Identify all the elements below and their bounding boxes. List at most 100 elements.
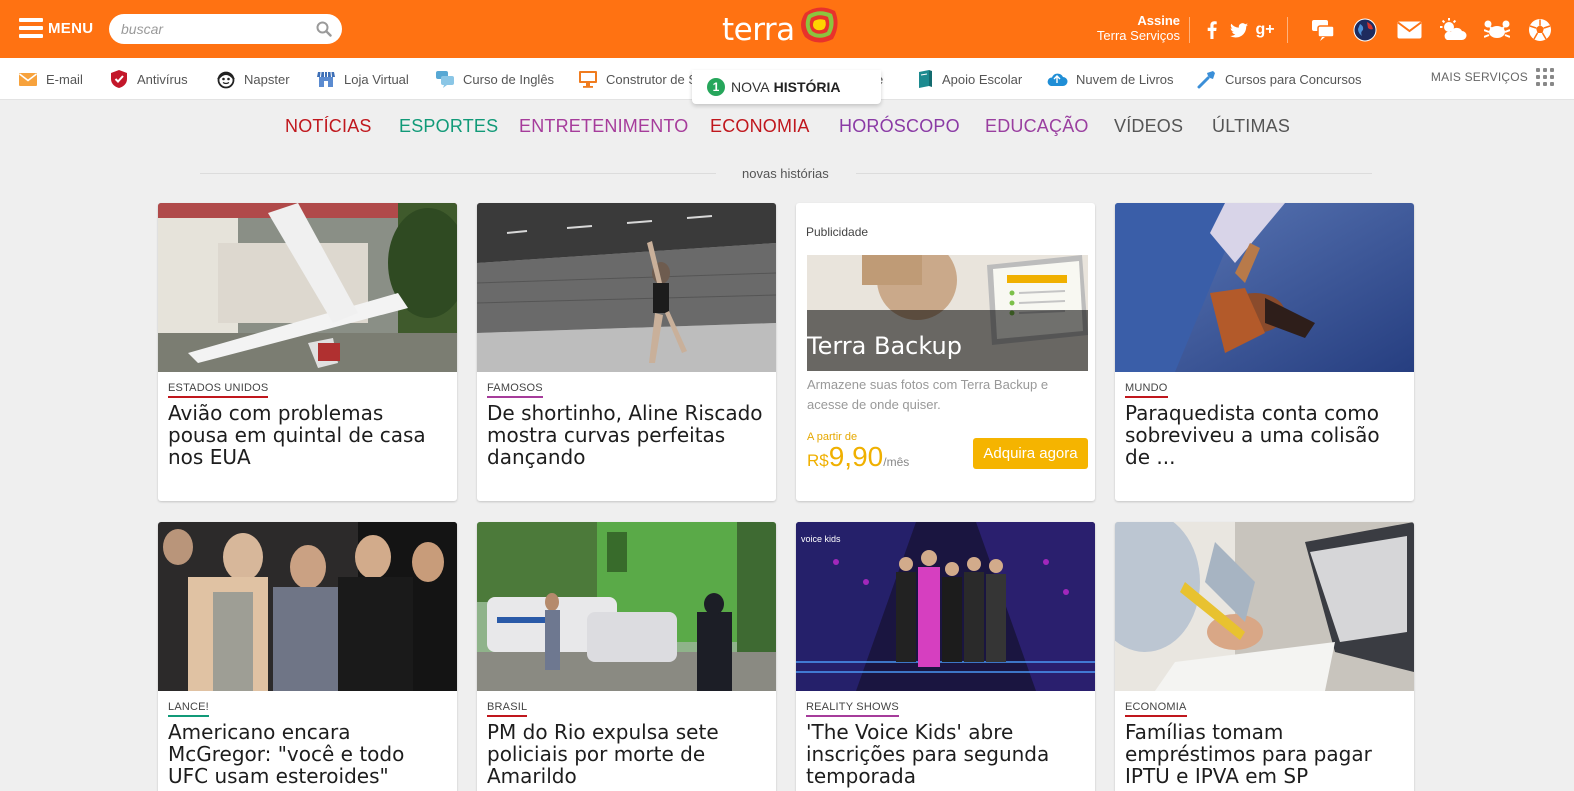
service-label: Construtor de S (606, 71, 698, 87)
search-input[interactable] (121, 20, 311, 38)
news-title[interactable]: Paraquedista conta como sobreviveu a uma… (1125, 402, 1405, 468)
service-napster[interactable]: Napster (216, 68, 290, 90)
svg-text:voice kids: voice kids (801, 534, 841, 544)
news-category-tag[interactable]: ESTADOS UNIDOS (168, 382, 269, 398)
ad-price: R$ 9,90 /mês (807, 441, 909, 473)
terra-logo[interactable]: terra (722, 7, 839, 52)
menu-button[interactable]: MENU (19, 18, 93, 38)
news-card[interactable]: ESTADOS UNIDOS Avião com problemas pousa… (158, 203, 457, 501)
news-title[interactable]: De shortinho, Aline Riscado mostra curva… (487, 402, 767, 468)
new-stories-count: 1 (707, 78, 725, 96)
service-label: Cursos para Concursos (1225, 71, 1362, 87)
divider (200, 173, 716, 174)
news-image-fighters (158, 522, 457, 691)
news-title[interactable]: Avião com problemas pousa em quintal de … (168, 402, 448, 468)
service-email[interactable]: E-mail (18, 68, 83, 90)
new-stories-text-bold: HISTÓRIA (773, 79, 841, 95)
service-label: Loja Virtual (344, 71, 409, 87)
news-title[interactable]: Americano encara McGregor: "você e todo … (168, 721, 448, 787)
news-card[interactable]: voice kids REALITY SHOWS 'The Voice Kids… (796, 522, 1095, 791)
service-label: Nuvem de Livros (1076, 71, 1174, 87)
ad-title[interactable]: Terra Backup (807, 332, 962, 360)
news-title[interactable]: Famílias tomam empréstimos para pagar IP… (1125, 721, 1405, 787)
service-loja-virtual[interactable]: Loja Virtual (316, 68, 409, 90)
service-construtor[interactable]: Construtor de S (578, 68, 697, 90)
service-antivirus[interactable]: Antivírus (109, 68, 188, 90)
terra-logo-mark-icon (800, 7, 838, 43)
menu-label: MENU (48, 19, 94, 37)
new-stories-text: NOVA (731, 79, 770, 95)
ad-card[interactable]: Publicidade Terra Backup Armazene suas f… (796, 203, 1095, 501)
google-plus-icon[interactable]: g+ (1255, 18, 1275, 42)
top-bar: MENU terra Assine Terra Serviços g+ (0, 0, 1574, 58)
news-category-tag[interactable]: LANCE! (168, 701, 209, 717)
mais-servicos-label: MAIS SERVIÇOS (1430, 70, 1528, 84)
divider (1287, 17, 1288, 43)
chat-icon (436, 71, 454, 88)
service-label: Apoio Escolar (942, 71, 1023, 87)
divider (856, 173, 1372, 174)
crab-horoscope-icon[interactable] (1483, 18, 1511, 42)
nav-videos[interactable]: VÍDEOS (1114, 116, 1183, 137)
ad-buy-button[interactable]: Adquira agora (973, 438, 1088, 469)
service-cursos-concursos[interactable]: Cursos para Concursos (1197, 68, 1362, 90)
news-category-tag[interactable]: ECONOMIA (1125, 701, 1187, 717)
news-category-tag[interactable]: FAMOSOS (487, 382, 543, 398)
ad-price-value: 9,90 (828, 441, 884, 472)
news-card[interactable]: LANCE! Americano encara McGregor: "você … (158, 522, 457, 791)
news-title[interactable]: 'The Voice Kids' abre inscrições para se… (806, 721, 1086, 787)
news-card[interactable]: BRASIL PM do Rio expulsa sete policiais … (477, 522, 776, 791)
twitter-icon[interactable] (1229, 18, 1249, 42)
nav-economia[interactable]: ECONOMIA (710, 116, 810, 137)
new-stories-notification[interactable]: 1 NOVA HISTÓRIA (692, 70, 881, 104)
monitor-icon (579, 71, 597, 88)
news-image-voice-kids: voice kids (796, 522, 1095, 691)
news-image-police (477, 522, 776, 691)
nav-entretenimento[interactable]: ENTRETENIMENTO (519, 116, 688, 137)
service-nuvem-livros[interactable]: Nuvem de Livros (1046, 68, 1174, 90)
grid-icon (1536, 68, 1554, 86)
service-label: Curso de Inglês (463, 71, 555, 87)
cloud-icon (1047, 73, 1068, 86)
nav-noticias[interactable]: NOTÍCIAS (285, 116, 372, 137)
soccer-ball-icon[interactable] (1527, 18, 1553, 42)
news-image-skydiver (1115, 203, 1414, 372)
nav-esportes[interactable]: ESPORTES (399, 116, 498, 137)
news-image-writing (1115, 522, 1414, 691)
hamburger-icon (19, 18, 43, 38)
search-box (109, 14, 342, 44)
nav-educacao[interactable]: EDUCAÇÃO (985, 116, 1089, 137)
facebook-icon[interactable] (1205, 18, 1219, 42)
news-title[interactable]: PM do Rio expulsa sete policiais por mor… (487, 721, 767, 787)
service-label: E-mail (46, 71, 83, 87)
news-category-tag[interactable]: MUNDO (1125, 382, 1168, 398)
section-label: novas histórias (742, 166, 829, 181)
nav-horoscopo[interactable]: HORÓSCOPO (839, 116, 960, 137)
terra-servicos-label: Terra Serviços (1096, 28, 1180, 43)
news-card[interactable]: MUNDO Paraquedista conta como sobreviveu… (1115, 203, 1414, 501)
news-image-plane (158, 203, 457, 372)
ad-label: Publicidade (806, 225, 869, 239)
news-category-tag[interactable]: BRASIL (487, 701, 528, 717)
headphones-icon (217, 71, 235, 89)
tools-icon (1197, 71, 1215, 89)
news-card[interactable]: FAMOSOS De shortinho, Aline Riscado most… (477, 203, 776, 501)
service-curso-ingles[interactable]: Curso de Inglês (435, 68, 554, 90)
mail-icon[interactable] (1396, 18, 1422, 42)
weather-icon[interactable] (1439, 18, 1467, 42)
shield-icon (111, 70, 127, 88)
nav-ultimas[interactable]: ÚLTIMAS (1212, 116, 1290, 137)
search-icon[interactable] (316, 21, 332, 37)
news-image-dancer (477, 203, 776, 372)
subscribe-link[interactable]: Assine Terra Serviços (1097, 13, 1180, 43)
service-apoio-escolar[interactable]: Apoio Escolar (916, 68, 1022, 90)
mais-servicos-button[interactable]: MAIS SERVIÇOS (1431, 68, 1554, 86)
service-label: Napster (244, 71, 290, 87)
news-category-tag[interactable]: REALITY SHOWS (806, 701, 899, 717)
store-icon (317, 71, 335, 87)
globe-icon[interactable] (1352, 18, 1378, 42)
news-card[interactable]: ECONOMIA Famílias tomam empréstimos para… (1115, 522, 1414, 791)
logo-text: terra (722, 12, 795, 48)
chat-icon[interactable] (1311, 18, 1335, 42)
book-icon (919, 70, 932, 88)
